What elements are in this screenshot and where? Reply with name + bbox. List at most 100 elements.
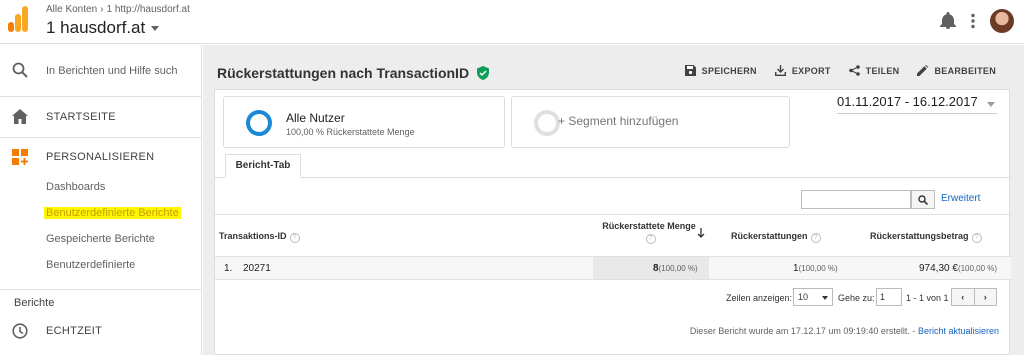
edit-button[interactable]: BEARBEITEN (917, 65, 996, 76)
pagination: Zeilen anzeigen: 10 Gehe zu: 1 1 - 1 von… (215, 286, 1011, 310)
date-range-picker[interactable]: 01.11.2017 - 16.12.2017 (837, 94, 997, 114)
report-panel: Alle Nutzer 100,00 % Rückerstattete Meng… (214, 89, 1011, 355)
column-header-refund-amount[interactable]: Rückerstattungsbetrag? (870, 231, 982, 243)
table-header: Transaktions-ID? Rückerstattete Menge ? … (215, 214, 1011, 256)
more-vert-icon[interactable] (970, 13, 976, 29)
page-nav: ‹ › (951, 288, 997, 306)
page-title: Rückerstattungen nach TransactionID (217, 65, 489, 81)
export-label: EXPORT (791, 65, 831, 76)
column-header-refunded-qty[interactable]: Rückerstattete Menge ? (601, 221, 697, 244)
refresh-report-link[interactable]: Bericht aktualisieren (918, 326, 999, 336)
clock-icon (12, 323, 28, 339)
help-icon[interactable]: ? (971, 233, 982, 243)
next-page-button[interactable]: › (973, 289, 997, 305)
table-search-input[interactable] (801, 190, 911, 209)
sidebar: In Berichten und Hilfe such STARTSEITE P… (0, 45, 202, 355)
table-row[interactable]: 1. 20271 8(100,00 %) 1(100,00 %) 974,30 … (215, 256, 1011, 280)
divider (0, 289, 202, 290)
sidebar-item-home[interactable]: STARTSEITE (0, 97, 202, 137)
verified-shield-icon (476, 66, 489, 80)
table-search-button[interactable] (911, 190, 935, 209)
sort-arrow-down-icon[interactable] (697, 228, 705, 238)
refund-amount-value: 974,30 € (919, 263, 958, 274)
sidebar-item-label: PERSONALISIEREN (46, 151, 155, 163)
sidebar-subitem-custom[interactable]: Benutzerdefinierte (46, 259, 135, 271)
segment-ring-icon (534, 110, 560, 136)
sidebar-search[interactable]: In Berichten und Hilfe such (0, 45, 202, 97)
chevron-down-icon (822, 296, 828, 300)
tab-report[interactable]: Bericht-Tab (225, 154, 301, 178)
breadcrumb-item-property[interactable]: 1 http://hausdorf.at (107, 4, 190, 15)
segment-title: Alle Nutzer (286, 111, 345, 125)
chevron-down-icon (151, 26, 160, 32)
rows-per-page-value: 10 (798, 292, 809, 302)
refunded-qty-cell: 8(100,00 %) (653, 263, 698, 274)
column-header-refunds[interactable]: Rückerstattungen? (731, 231, 821, 243)
search-icon (12, 62, 28, 78)
share-button[interactable]: TEILEN (848, 65, 900, 76)
save-label: SPEICHERN (701, 65, 757, 76)
add-segment-button[interactable]: + Segment hinzufügen (511, 96, 790, 148)
column-header-transaction-id[interactable]: Transaktions-ID? (219, 231, 300, 243)
help-icon[interactable]: ? (289, 233, 300, 243)
breadcrumb: Alle Konten › 1 http://hausdorf.at (46, 4, 190, 15)
row-index: 1. (224, 263, 233, 274)
rows-per-page-label: Zeilen anzeigen: (726, 293, 793, 303)
page-range: 1 - 1 von 1 (906, 293, 949, 303)
top-bar: Alle Konten › 1 http://hausdorf.at 1 hausd… (0, 0, 1024, 44)
sidebar-item-realtime[interactable]: ECHTZEIT (0, 311, 202, 351)
breadcrumb-item-accounts[interactable]: Alle Konten (46, 4, 97, 15)
report-actions: SPEICHERN EXPORT TEILEN BEARBEITEN (684, 65, 996, 76)
sidebar-subitem-dashboards[interactable]: Dashboards (46, 181, 105, 193)
segment-subtitle: 100,00 % Rückerstattete Menge (286, 127, 415, 137)
search-input[interactable]: In Berichten und Hilfe such (46, 65, 196, 77)
transaction-id-cell[interactable]: 20271 (243, 263, 271, 274)
refunds-cell: 1(100,00 %) (793, 263, 838, 274)
chevron-down-icon (987, 102, 995, 107)
main-content: Rückerstattungen nach TransactionID SPEI… (203, 45, 1024, 355)
save-icon (684, 65, 696, 76)
goto-label: Gehe zu: (838, 293, 875, 303)
column-header-label: Rückerstattungsbetrag (870, 231, 969, 241)
sidebar-subitem-saved-reports[interactable]: Gespeicherte Berichte (46, 233, 155, 245)
sidebar-item-customize[interactable]: PERSONALISIEREN (0, 137, 202, 177)
report-title: Rückerstattungen nach TransactionID (217, 65, 470, 81)
sidebar-subitem-label: Benutzerdefinierte Berichte (44, 207, 181, 219)
sidebar-subitem-custom-reports[interactable]: Benutzerdefinierte Berichte (44, 207, 181, 219)
column-header-label: Rückerstattungen (731, 231, 808, 241)
sidebar-item-label: STARTSEITE (46, 111, 116, 123)
refund-amount-pct: (100,00 %) (957, 264, 998, 273)
avatar[interactable] (990, 9, 1014, 33)
share-label: TEILEN (865, 65, 900, 76)
export-button[interactable]: EXPORT (774, 65, 831, 76)
rows-per-page-select[interactable]: 10 (793, 288, 833, 306)
save-button[interactable]: SPEICHERN (684, 65, 757, 76)
prev-page-button[interactable]: ‹ (952, 289, 974, 305)
segment-all-users[interactable]: Alle Nutzer 100,00 % Rückerstattete Meng… (223, 96, 505, 148)
help-icon[interactable]: ? (810, 233, 821, 243)
share-icon (848, 65, 860, 76)
refund-amount-cell: 974,30 €(100,00 %) (919, 263, 997, 274)
home-icon (12, 109, 28, 124)
property-selector[interactable]: 1 hausdorf.at (46, 18, 160, 38)
help-icon[interactable]: ? (645, 234, 656, 244)
column-header-label: Rückerstattete Menge (602, 221, 696, 231)
refunded-qty-pct: (100,00 %) (658, 264, 698, 273)
footnote-text: Dieser Bericht wurde am 17.12.17 um 09:1… (689, 326, 916, 336)
column-header-label: Transaktions-ID (219, 231, 287, 241)
download-icon (774, 65, 786, 76)
divider (215, 177, 1011, 178)
dashboard-add-icon (12, 149, 28, 165)
edit-label: BEARBEITEN (934, 65, 996, 76)
report-footnote: Dieser Bericht wurde am 17.12.17 um 09:1… (690, 326, 999, 336)
add-segment-label: + Segment hinzufügen (558, 114, 679, 128)
bell-icon[interactable] (940, 12, 956, 30)
table-toolbar: Erweitert (215, 188, 1011, 216)
chevron-right-icon: › (100, 4, 104, 15)
pencil-icon (917, 65, 929, 76)
goto-input[interactable]: 1 (876, 288, 902, 306)
advanced-link[interactable]: Erweitert (941, 193, 980, 204)
date-range-value: 01.11.2017 - 16.12.2017 (837, 94, 978, 109)
refunds-pct: (100,00 %) (798, 264, 838, 273)
analytics-logo-icon[interactable] (8, 6, 28, 32)
